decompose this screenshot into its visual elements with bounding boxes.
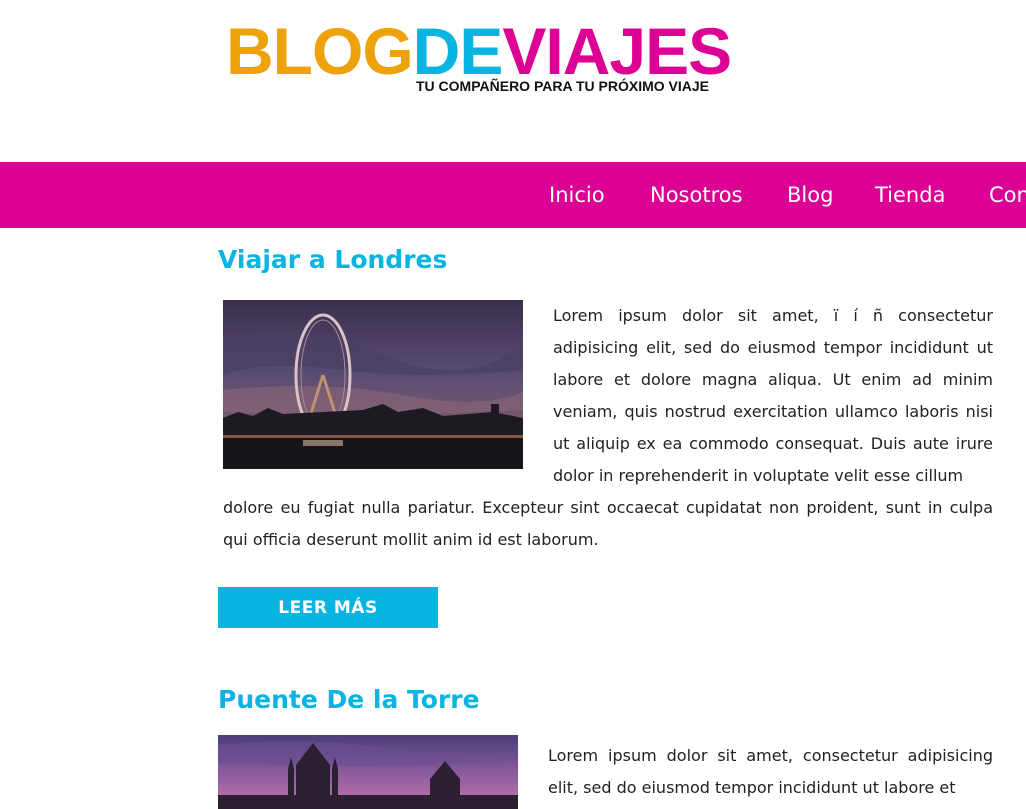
nav-item-tienda[interactable]: Tienda <box>875 162 945 228</box>
post-excerpt-wrapped: Lorem ipsum dolor sit amet, ï í ñ consec… <box>553 306 993 485</box>
post-title[interactable]: Puente De la Torre <box>218 685 480 714</box>
read-more-button[interactable]: LEER MÁS <box>218 587 438 628</box>
main-navbar: Inicio Nosotros Blog Tienda Contacto <box>0 162 1026 228</box>
logo-part-viajes: VIAJES <box>502 14 732 88</box>
nav-item-inicio[interactable]: Inicio <box>549 162 605 228</box>
post-image-london-eye[interactable] <box>223 300 523 469</box>
post-excerpt-wrapped: Lorem ipsum dolor sit amet, consectetur … <box>548 746 993 797</box>
site-logo[interactable]: BLOGDEVIAJES TU COMPAÑERO PARA TU PRÓXIM… <box>226 18 746 94</box>
logo-wordmark: BLOGDEVIAJES <box>226 18 746 84</box>
logo-part-de: DE <box>412 14 504 88</box>
nav-item-blog[interactable]: Blog <box>787 162 833 228</box>
post-title[interactable]: Viajar a Londres <box>218 245 447 274</box>
logo-part-blog: BLOG <box>226 14 414 88</box>
post-image-tower-bridge[interactable] <box>218 735 518 809</box>
nav-item-nosotros[interactable]: Nosotros <box>650 162 743 228</box>
logo-tagline: TU COMPAÑERO PARA TU PRÓXIMO VIAJE <box>416 78 709 94</box>
post-excerpt-continued: dolore eu fugiat nulla pariatur. Excepte… <box>223 498 993 549</box>
nav-item-contacto[interactable]: Contacto <box>989 162 1026 228</box>
